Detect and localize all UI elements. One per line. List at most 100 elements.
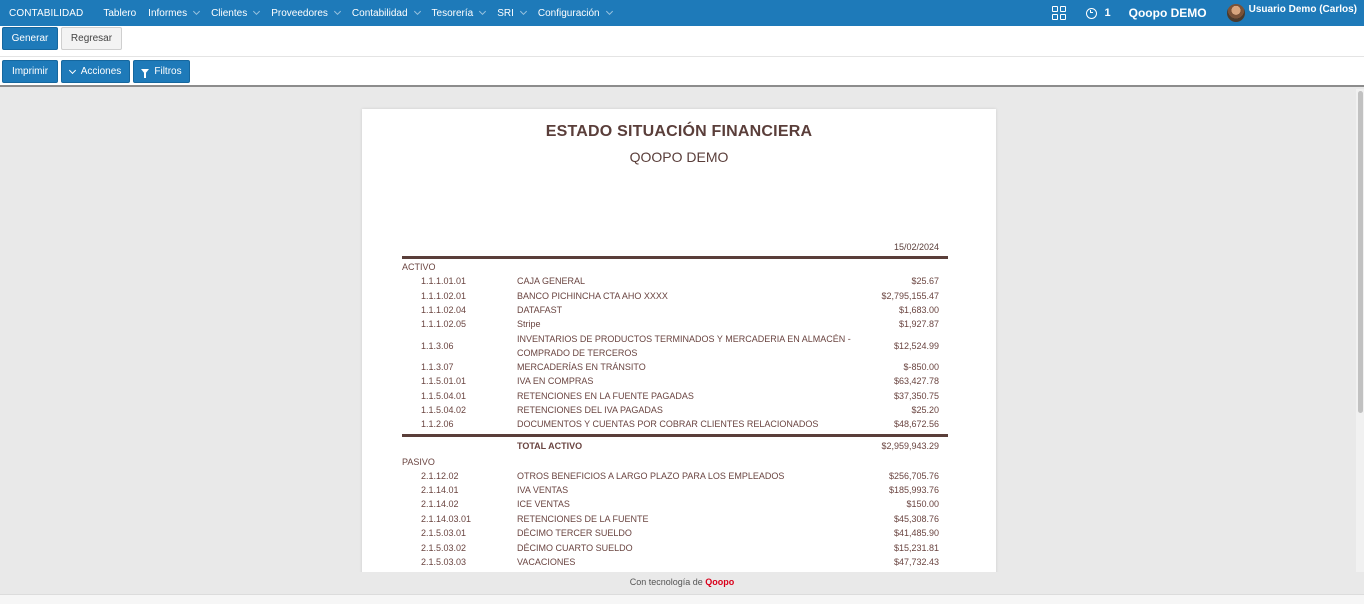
menu-item-sri[interactable]: SRI — [497, 7, 527, 19]
table-row: 2.1.5.03.02 DÉCIMO CUARTO SUELDO $15,231.8… — [402, 540, 948, 554]
account-code: 1.1.2.06 — [421, 419, 454, 430]
account-name: IVA EN COMPRAS — [517, 376, 594, 387]
report-date: 15/02/2024 — [893, 242, 939, 252]
module-brand[interactable]: CONTABILIDAD — [0, 8, 83, 19]
account-code: 2.1.5.03.03 — [421, 557, 467, 568]
account-amount: $150.00 — [906, 499, 939, 510]
account-name: CAJA GENERAL — [517, 276, 586, 287]
footer: Con tecnología de Qoopo — [0, 572, 1364, 594]
account-amount: $47,732.43 — [893, 557, 939, 568]
account-amount: $256,705.76 — [888, 470, 939, 481]
account-name: Stripe — [517, 319, 541, 330]
menu-item-label: Tablero — [103, 7, 137, 19]
account-name: DÉCIMO TERCER SUELDO — [517, 528, 632, 539]
table-row: 1.1.5.04.02 RETENCIONES DEL IVA PAGADAS $2… — [402, 403, 948, 417]
account-code: 1.1.5.01.01 — [421, 376, 467, 387]
account-code: 1.1.1.02.05 — [421, 319, 467, 330]
menu-item-clientes[interactable]: Clientes — [211, 8, 261, 19]
menu-item-proveedores[interactable]: Proveedores — [271, 7, 341, 19]
footer-brand-link[interactable]: Qoopo — [705, 577, 734, 587]
section-pasivo: PASIVO — [402, 456, 435, 467]
account-code: 2.1.5.03.01 — [421, 528, 467, 539]
table-row: 1.1.5.04.01 RETENCIONES EN LA FUENTE PAGA… — [402, 388, 948, 402]
menu-item-informes[interactable]: Informes — [148, 7, 201, 19]
chevron-down-icon — [333, 7, 341, 16]
account-name: OTROS BENEFICIOS A LARGO PLAZO PARA LOS … — [517, 470, 785, 481]
chevron-down-icon — [519, 7, 527, 16]
account-name: DATAFAST — [517, 304, 563, 315]
section-activo: ACTIVO — [402, 262, 436, 272]
clock-icon[interactable] — [1085, 7, 1097, 19]
menu-item-label: Informes — [148, 7, 188, 19]
account-name: DÉCIMO CUARTO SUELDO — [517, 542, 633, 553]
apps-grid-icon[interactable] — [1051, 5, 1067, 21]
company-name[interactable]: Qoopo DEMO — [1129, 6, 1207, 20]
table-row: 2.1.14.01 IVA VENTAS $185,993.76 — [402, 483, 948, 497]
activo-rows: 1.1.1.01.01 CAJA GENERAL $25.67 1.1.1.02.01… — [402, 274, 948, 432]
account-name: RETENCIONES DE LA FUENTE — [517, 513, 649, 524]
report-table: ACTIVO 1.1.1.01.01 CAJA GENERAL $25.67 1.1.… — [402, 260, 948, 572]
account-name: VACACIONES — [517, 557, 576, 568]
bottom-strip — [0, 594, 1364, 604]
account-amount: $41,485.90 — [893, 528, 939, 539]
main-menu: Tablero Informes Clientes Proveedores Contab… — [103, 0, 623, 26]
menu-item-configuraci-n[interactable]: Configuración — [538, 8, 613, 19]
account-amount: $2,795,155.47 — [881, 290, 939, 301]
chevron-down-icon — [413, 7, 421, 16]
back-button[interactable]: Regresar — [61, 27, 122, 50]
report-viewer[interactable]: ESTADO SITUACIÓN FINANCIERA QOOPO DEMO 1… — [0, 89, 1356, 572]
account-code: 1.1.3.06 — [421, 340, 454, 351]
filter-icon — [141, 69, 150, 78]
account-name: DOCUMENTOS Y CUENTAS POR COBRAR CLIENTES… — [517, 419, 819, 430]
account-amount: $45,308.76 — [893, 513, 939, 524]
table-row: 1.1.3.06 INVENTARIOS DE PRODUCTOS TERMINA… — [402, 332, 948, 360]
menu-item-contabilidad[interactable]: Contabilidad — [351, 7, 421, 19]
filters-button[interactable]: Filtros — [133, 60, 190, 83]
account-code: 1.1.3.07 — [421, 361, 454, 372]
account-name: MERCADERÍAS EN TRÁNSITO — [517, 361, 646, 372]
table-row: 2.1.14.03.01 RETENCIONES DE LA FUENTE $45,… — [402, 512, 948, 526]
table-row: 1.1.1.02.05 Stripe $1,927.87 — [402, 317, 948, 331]
account-amount: $185,993.76 — [888, 485, 939, 496]
table-row: 2.1.5.03.01 DÉCIMO TERCER SUELDO $41,485.9… — [402, 526, 948, 540]
total-activo-row: TOTAL ACTIVO $2,959,943.29 — [402, 438, 948, 455]
account-amount: $37,350.75 — [893, 390, 939, 401]
chevron-down-icon — [193, 7, 201, 16]
account-amount: $25.67 — [911, 276, 939, 287]
account-amount: $12,524.99 — [893, 340, 939, 351]
menu-item-label: Tesorería — [431, 7, 474, 19]
table-row: 1.1.2.06 DOCUMENTOS Y CUENTAS POR COBRAR … — [402, 417, 948, 431]
account-name: IVA VENTAS — [517, 485, 569, 496]
account-amount: $63,427.78 — [893, 376, 939, 387]
table-row: 1.1.1.02.01 BANCO PICHINCHA CTA AHO XXXX $… — [402, 288, 948, 302]
notification-count[interactable]: 1 — [1105, 7, 1111, 19]
menu-item-tesorer-a[interactable]: Tesorería — [431, 7, 487, 19]
table-row: 2.1.14.02 ICE VENTAS $150.00 — [402, 497, 948, 511]
menu-item-label: Contabilidad — [351, 7, 408, 19]
menu-item-label: SRI — [497, 7, 514, 19]
menu-item-tablero[interactable]: Tablero — [103, 8, 136, 19]
primary-toolbar: Generar Regresar — [0, 26, 1364, 57]
account-name: RETENCIONES EN LA FUENTE PAGADAS — [517, 390, 694, 401]
account-amount: $25.20 — [911, 404, 939, 415]
total-activo-label: TOTAL ACTIVO — [517, 441, 583, 452]
vertical-scrollbar[interactable] — [1356, 89, 1364, 572]
report-subtitle: QOOPO DEMO — [629, 149, 729, 165]
account-name: ICE VENTAS — [517, 499, 570, 510]
header-rule — [402, 256, 948, 259]
user-name[interactable]: Usuario Demo (Carlos) — [1249, 4, 1357, 15]
generate-button[interactable]: Generar — [2, 27, 58, 50]
account-amount: $48,672.56 — [893, 419, 939, 430]
scrollbar-thumb[interactable] — [1358, 91, 1363, 413]
account-name: RETENCIONES DEL IVA PAGADAS — [517, 404, 663, 415]
table-row: 1.1.5.01.01 IVA EN COMPRAS $63,427.78 — [402, 374, 948, 388]
account-code: 1.1.1.01.01 — [421, 276, 467, 287]
account-code: 2.1.5.03.02 — [421, 542, 467, 553]
account-name: BANCO PICHINCHA CTA AHO XXXX — [517, 290, 668, 301]
print-button[interactable]: Imprimir — [2, 60, 58, 83]
actions-button[interactable]: Acciones — [61, 60, 130, 83]
table-row: 2.1.5.03.03 VACACIONES $47,732.43 — [402, 555, 948, 569]
user-avatar[interactable] — [1226, 4, 1245, 22]
table-row: 2.1.12.02 OTROS BENEFICIOS A LARGO PLAZO … — [402, 469, 948, 483]
actions-label: Acciones — [80, 66, 122, 77]
